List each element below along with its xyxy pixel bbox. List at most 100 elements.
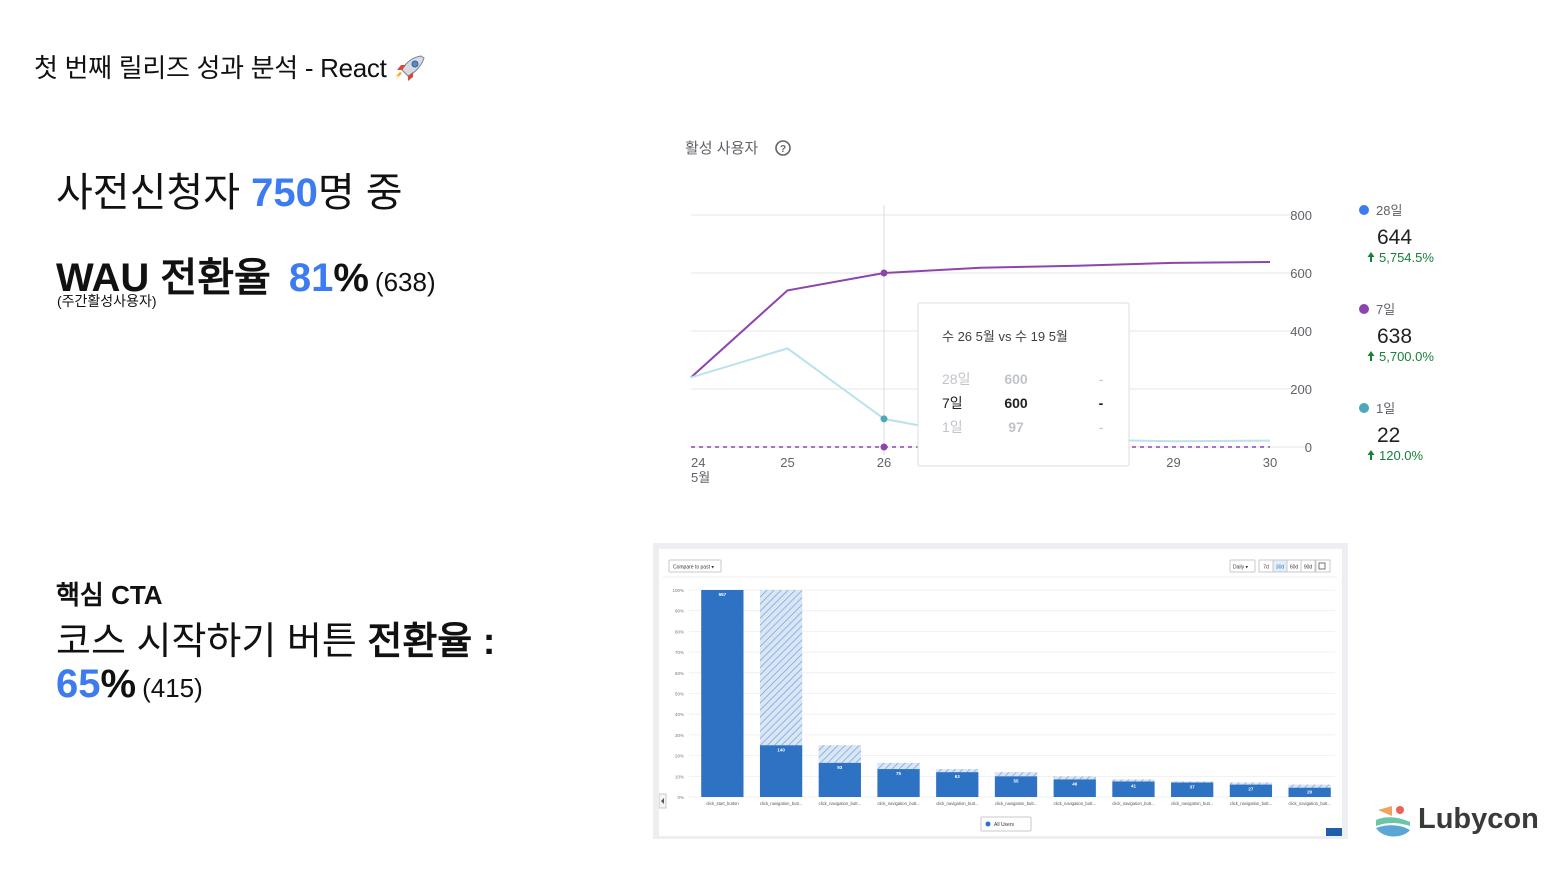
range-tab-label: 90d (1304, 565, 1313, 571)
bar (701, 590, 744, 797)
dropoff-bar (877, 762, 920, 770)
corner-badge (1326, 828, 1342, 836)
calendar-icon[interactable] (1315, 559, 1331, 573)
arrow-up-icon (1367, 351, 1375, 361)
interval-dropdown[interactable]: Daily ▾ (1229, 559, 1256, 573)
x-tick-label: 26 (877, 455, 891, 470)
dropoff-bar (1112, 779, 1155, 782)
wau-note: (주간활성사용자) (57, 293, 157, 309)
line-chart-title: 활성 사용자 (685, 140, 758, 157)
legend-name: 28일 (1376, 203, 1402, 218)
legend-value: 638 (1377, 325, 1412, 348)
brand-logo: Lubycon (1372, 800, 1539, 844)
slide-title-text: 첫 번째 릴리즈 성과 분석 - React (34, 53, 387, 83)
highlight-point (880, 443, 888, 451)
bar-value-label: 93 (837, 765, 843, 770)
bar-legend-label: All Users (994, 822, 1015, 828)
tooltip-row-value: 97 (1008, 419, 1024, 435)
bar-value-label: 27 (1248, 787, 1254, 792)
bar-value-label: 41 (1131, 783, 1137, 788)
range-tab-60d[interactable]: 60d (1286, 559, 1302, 573)
tooltip-header: 수 26 5월 vs 수 19 5월 (942, 329, 1068, 344)
dropoff-bar (936, 769, 979, 773)
x-tick-label: click_navigation_butt... (1288, 801, 1330, 806)
y-tick-label: 100% (672, 588, 684, 593)
wau-percent: 81% (289, 256, 369, 300)
cta-text: 코스 시작하기 버튼 전환율 : (56, 610, 495, 665)
chart-tooltip: 수 26 5월 vs 수 19 5월 28일 600 - 7일 600 - 1일 97 - (917, 302, 1130, 467)
cta-percent-sign: % (100, 662, 137, 706)
slide-title: 첫 번째 릴리즈 성과 분석 - React (34, 48, 427, 85)
legend-change: 120.0% (1379, 448, 1424, 463)
x-tick-label: click_navigation_butt... (760, 801, 802, 806)
range-tab-7d[interactable]: 7d (1258, 559, 1274, 573)
wau-count: (638) (374, 267, 436, 297)
range-tab-30d[interactable]: 30d (1272, 559, 1288, 573)
bar-value-label: 63 (955, 774, 961, 779)
cta-bar-chart-panel: Compare to past ▾ Daily ▾ 7d 30d 60d 90d 0% 10%… (653, 543, 1348, 839)
dropoff-bar (1053, 776, 1096, 780)
tooltip-row-value: 600 (1004, 371, 1028, 387)
y-tick-label: 80% (675, 629, 684, 634)
legend-name: 7일 (1376, 302, 1395, 317)
bar-value-label: 55 (1013, 778, 1019, 783)
legend-dot (1359, 304, 1369, 314)
compare-dropdown-label: Compare to past ▾ (673, 565, 714, 571)
bar-value-label: 37 (1190, 785, 1196, 790)
tooltip-row-label: 28일 (942, 371, 970, 387)
x-tick-label: 25 (780, 455, 794, 470)
dropoff-bar (994, 772, 1038, 777)
bar-value-label: 557 (719, 592, 727, 597)
dropoff-bar (1229, 782, 1273, 785)
dropoff-bar (1288, 784, 1331, 788)
bar-value-label: 46 (1072, 781, 1078, 786)
arrow-up-glyph (1367, 450, 1375, 460)
tooltip-row-prev: - (1099, 395, 1104, 411)
x-tick-sublabel: 5월 (691, 470, 710, 485)
compare-to-past-dropdown[interactable]: Compare to past ▾ (668, 559, 722, 573)
y-tick-label: 40% (675, 712, 684, 717)
legend-name: 1일 (1376, 401, 1395, 416)
cta-count: (415) (142, 673, 203, 703)
x-tick-label: 29 (1166, 455, 1180, 470)
help-icon-glyph: ? (780, 144, 786, 155)
help-circle-icon: ? (775, 140, 791, 156)
wau-percent-number: 81 (288, 256, 334, 300)
cta-text-prefix: 코스 시작하기 버튼 (56, 621, 368, 663)
dropoff-bar (1171, 781, 1214, 783)
legend-dot (1359, 403, 1369, 413)
y-tick-label: 400 (1290, 324, 1312, 339)
y-tick-label: 0% (677, 795, 684, 800)
bar-value-label: 140 (777, 747, 785, 752)
tooltip-row-value: 600 (1004, 395, 1028, 411)
bar (759, 745, 803, 797)
range-tab-label: 30d (1276, 565, 1285, 571)
arrow-up-icon (1367, 450, 1375, 460)
dropoff-bar (818, 745, 861, 763)
y-tick-label: 200 (1290, 382, 1312, 397)
range-tab-90d[interactable]: 90d (1300, 559, 1316, 573)
x-tick-label: 30 (1263, 455, 1277, 470)
y-tick-label: 800 (1290, 208, 1312, 223)
x-tick-label: click_navigation_butt... (995, 801, 1037, 806)
scroll-left-button[interactable] (658, 793, 667, 809)
cta-label: 핵심 CTA (56, 580, 163, 610)
range-tab-label: 60d (1290, 565, 1299, 571)
y-tick-label: 50% (675, 692, 684, 697)
logo-text: Lubycon (1418, 803, 1539, 835)
x-tick-label: click_navigation_butt... (1112, 801, 1154, 806)
x-tick-label: click_navigation_butt... (1054, 801, 1096, 806)
wau-percent-sign: % (333, 256, 369, 300)
cta-bar-chart-card: Compare to past ▾ Daily ▾ 7d 30d 60d 90d 0% 10%… (658, 549, 1342, 836)
active-users-chart: 활성 사용자 ? 0 200 400 600 800 245월 25 26 29 30 수 26 5월 … (685, 140, 1434, 485)
dropoff-bar (759, 590, 803, 746)
x-tick-label: click_navigation_butt... (877, 801, 919, 806)
highlight-point (880, 415, 888, 423)
y-tick-label: 10% (675, 774, 684, 779)
tooltip-row-prev: - (1099, 419, 1104, 435)
tooltip-row-label: 7일 (942, 395, 963, 411)
y-tick-label: 70% (675, 650, 684, 655)
bar-value-label: 75 (896, 771, 902, 776)
y-tick-label: 90% (675, 609, 684, 614)
cta-percent-number: 65 (56, 662, 101, 706)
